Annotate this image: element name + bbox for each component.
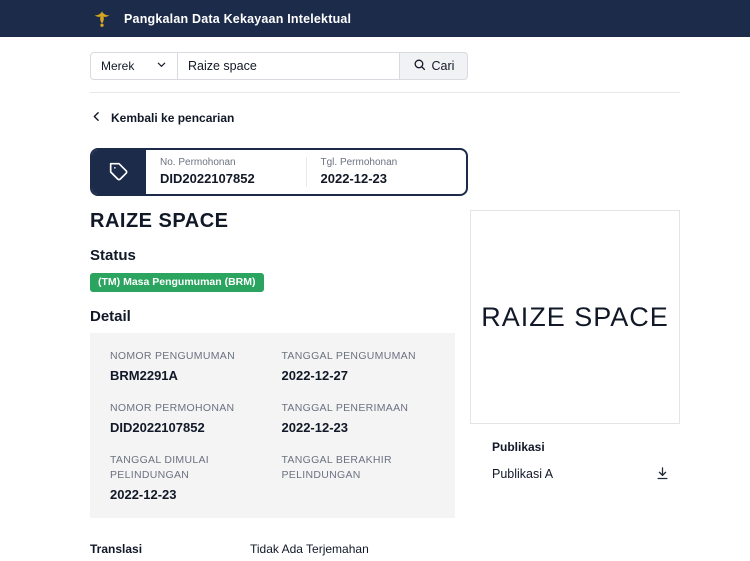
detail-value: DID2022107852 <box>110 420 205 436</box>
detail-label: TANGGAL PENGUMUMAN <box>281 350 416 362</box>
status-heading: Status <box>90 247 136 264</box>
publikasi-heading: Publikasi <box>492 440 545 454</box>
section-divider <box>90 92 680 93</box>
search-icon <box>413 58 426 74</box>
chevron-down-icon <box>156 59 167 73</box>
trademark-image: RAIZE SPACE <box>470 210 680 424</box>
detail-field: TANGGAL PENGUMUMAN 2022-12-27 <box>282 349 436 383</box>
application-number-label: No. Permohonan <box>160 157 236 168</box>
mark-column: RAIZE SPACE Publikasi Publikasi A <box>470 210 680 481</box>
translasi-section: Translasi Tidak Ada Terjemahan <box>90 542 680 556</box>
detail-panel: NOMOR PENGUMUMAN BRM2291A TANGGAL PENGUM… <box>90 333 455 518</box>
detail-label: TANGGAL DIMULAI PELINDUNGAN <box>110 454 210 481</box>
dgip-logo-icon <box>92 9 112 29</box>
page-title: RAIZE SPACE <box>90 210 229 232</box>
app-header: Pangkalan Data Kekayaan Intelektual <box>0 0 750 37</box>
translasi-heading: Translasi <box>90 541 143 556</box>
record-details-column: RAIZE SPACE Status (TM) Masa Pengumuman … <box>90 210 455 518</box>
application-date-value: 2022-12-23 <box>320 171 388 186</box>
translasi-value: Tidak Ada Terjemahan <box>250 541 369 556</box>
back-link-label: Kembali ke pencarian <box>111 111 235 125</box>
detail-field: TANGGAL BERAKHIR PELINDUNGAN <box>282 453 436 501</box>
search-input[interactable] <box>178 52 400 80</box>
detail-value: 2022-12-27 <box>281 368 349 384</box>
application-number-value: DID2022107852 <box>160 171 255 186</box>
publikasi-section: Publikasi Publikasi A <box>470 440 680 481</box>
search-category-label: Merek <box>101 59 135 73</box>
application-number-field: No. Permohonan DID2022107852 <box>146 150 306 194</box>
application-date-field: Tgl. Permohonan 2022-12-23 <box>307 150 467 194</box>
detail-label: TANGGAL BERAKHIR PELINDUNGAN <box>281 454 392 481</box>
detail-heading: Detail <box>90 308 131 325</box>
chevron-left-icon <box>90 110 103 126</box>
detail-label: NOMOR PERMOHONAN <box>110 402 235 415</box>
tag-icon <box>92 150 146 194</box>
detail-field: TANGGAL PENERIMAAN 2022-12-23 <box>282 401 436 435</box>
record-section: RAIZE SPACE Status (TM) Masa Pengumuman … <box>90 210 680 518</box>
detail-field: NOMOR PENGUMUMAN BRM2291A <box>110 349 264 383</box>
trademark-image-text: RAIZE SPACE <box>481 301 669 332</box>
status-badge: (TM) Masa Pengumuman (BRM) <box>90 273 264 292</box>
detail-value: BRM2291A <box>110 368 178 384</box>
application-card: No. Permohonan DID2022107852 Tgl. Permoh… <box>90 148 468 196</box>
back-to-search-link[interactable]: Kembali ke pencarian <box>90 110 234 126</box>
detail-field: NOMOR PERMOHONAN DID2022107852 <box>110 401 264 435</box>
detail-label: NOMOR PENGUMUMAN <box>110 350 235 362</box>
app-title: Pangkalan Data Kekayaan Intelektual <box>124 11 352 26</box>
detail-label: TANGGAL PENERIMAAN <box>281 402 409 415</box>
application-date-label: Tgl. Permohonan <box>320 157 398 168</box>
search-category-dropdown[interactable]: Merek <box>90 52 178 80</box>
search-button[interactable]: Cari <box>400 52 468 80</box>
detail-value: 2022-12-23 <box>281 420 349 436</box>
detail-field: TANGGAL DIMULAI PELINDUNGAN 2022-12-23 <box>110 453 264 501</box>
search-bar: Merek Cari <box>90 52 680 80</box>
publikasi-item-label: Publikasi A <box>492 466 554 481</box>
publikasi-item-row: Publikasi A <box>492 466 680 481</box>
download-icon[interactable] <box>655 466 670 481</box>
detail-value: 2022-12-23 <box>110 486 177 502</box>
search-button-label: Cari <box>431 59 455 73</box>
page-content: Merek Cari Kembali ke pencarian <box>90 37 680 556</box>
